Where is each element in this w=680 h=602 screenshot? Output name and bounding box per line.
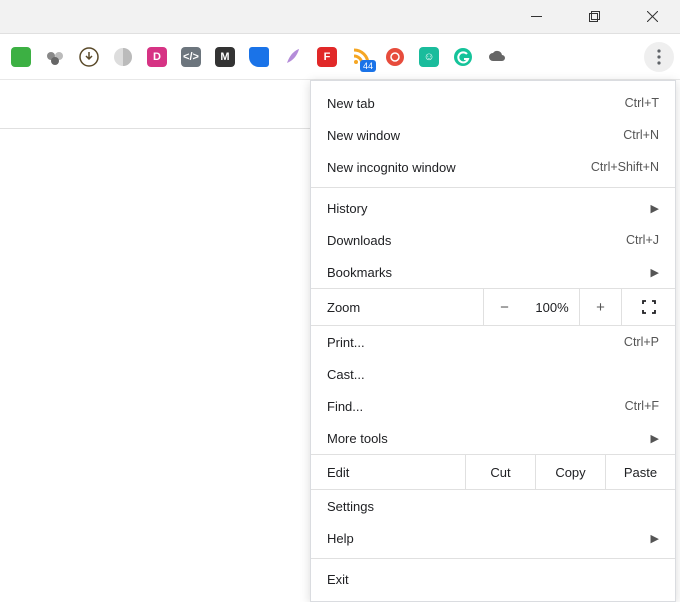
menu-item-label: Cast... [327,367,659,382]
menu-print[interactable]: Print... Ctrl+P [311,326,675,358]
maximize-button[interactable] [572,2,616,32]
chrome-main-menu: New tab Ctrl+T New window Ctrl+N New inc… [310,80,676,602]
menu-item-label: New incognito window [327,160,591,175]
menu-cast[interactable]: Cast... [311,358,675,390]
mega-icon[interactable]: M [208,40,242,74]
extension-icon[interactable] [106,40,140,74]
menu-item-shortcut: Ctrl+F [625,399,659,413]
zoom-value: 100% [525,300,579,315]
grammarly-icon[interactable] [446,40,480,74]
menu-item-shortcut: Ctrl+N [623,128,659,142]
rss-icon[interactable]: 44 [344,40,378,74]
copy-button[interactable]: Copy [535,455,605,489]
menu-help[interactable]: Help ▶ [311,522,675,554]
submenu-arrow-icon: ▶ [651,202,659,215]
menu-downloads[interactable]: Downloads Ctrl+J [311,224,675,256]
extension-icon[interactable] [4,40,38,74]
zoom-in-button[interactable]: + [579,289,621,325]
menu-more-tools[interactable]: More tools ▶ [311,422,675,454]
cloud-icon[interactable] [480,40,514,74]
idm-icon[interactable] [72,40,106,74]
menu-separator [311,187,675,188]
menu-bookmarks[interactable]: Bookmarks ▶ [311,256,675,288]
menu-item-label: Help [327,531,647,546]
menu-edit-row: Edit Cut Copy Paste [311,454,675,490]
menu-history[interactable]: History ▶ [311,192,675,224]
menu-item-shortcut: Ctrl+T [625,96,659,110]
menu-separator [311,558,675,559]
menu-settings[interactable]: Settings [311,490,675,522]
extensions-toolbar: D </> M F 44 ☺ [0,34,680,80]
window-titlebar [0,0,680,34]
menu-item-label: Settings [327,499,659,514]
menu-incognito[interactable]: New incognito window Ctrl+Shift+N [311,151,675,183]
menu-item-shortcut: Ctrl+J [626,233,659,247]
menu-item-label: Exit [327,572,659,587]
rss-badge: 44 [360,60,376,72]
menu-item-label: More tools [327,431,647,446]
zoom-label: Zoom [311,300,483,315]
close-button[interactable] [630,2,674,32]
menu-new-tab[interactable]: New tab Ctrl+T [311,87,675,119]
menu-item-label: Downloads [327,233,626,248]
flipboard-icon[interactable]: F [310,40,344,74]
paste-button[interactable]: Paste [605,455,675,489]
cut-button[interactable]: Cut [465,455,535,489]
edit-label: Edit [311,465,465,480]
devtools-icon[interactable]: </> [174,40,208,74]
page-divider [0,128,310,129]
submenu-arrow-icon: ▶ [651,266,659,279]
menu-item-label: Print... [327,335,624,350]
submenu-arrow-icon: ▶ [651,432,659,445]
menu-item-label: New window [327,128,623,143]
menu-item-label: New tab [327,96,625,111]
menu-item-label: Bookmarks [327,265,647,280]
fullscreen-button[interactable] [621,289,675,325]
menu-item-label: Find... [327,399,625,414]
submenu-arrow-icon: ▶ [651,532,659,545]
feather-icon[interactable] [276,40,310,74]
extension-icon[interactable] [38,40,72,74]
menu-new-window[interactable]: New window Ctrl+N [311,119,675,151]
menu-find[interactable]: Find... Ctrl+F [311,390,675,422]
menu-item-label: History [327,201,647,216]
zoom-out-button[interactable]: − [483,289,525,325]
extension-icon[interactable] [242,40,276,74]
menu-button[interactable] [644,42,674,72]
menu-item-shortcut: Ctrl+Shift+N [591,160,659,174]
menu-item-shortcut: Ctrl+P [624,335,659,349]
minimize-button[interactable] [514,2,558,32]
menu-zoom-row: Zoom − 100% + [311,288,675,326]
extension-icon[interactable]: ☺ [412,40,446,74]
extension-icon[interactable]: D [140,40,174,74]
menu-exit[interactable]: Exit [311,563,675,595]
extension-icon[interactable] [378,40,412,74]
